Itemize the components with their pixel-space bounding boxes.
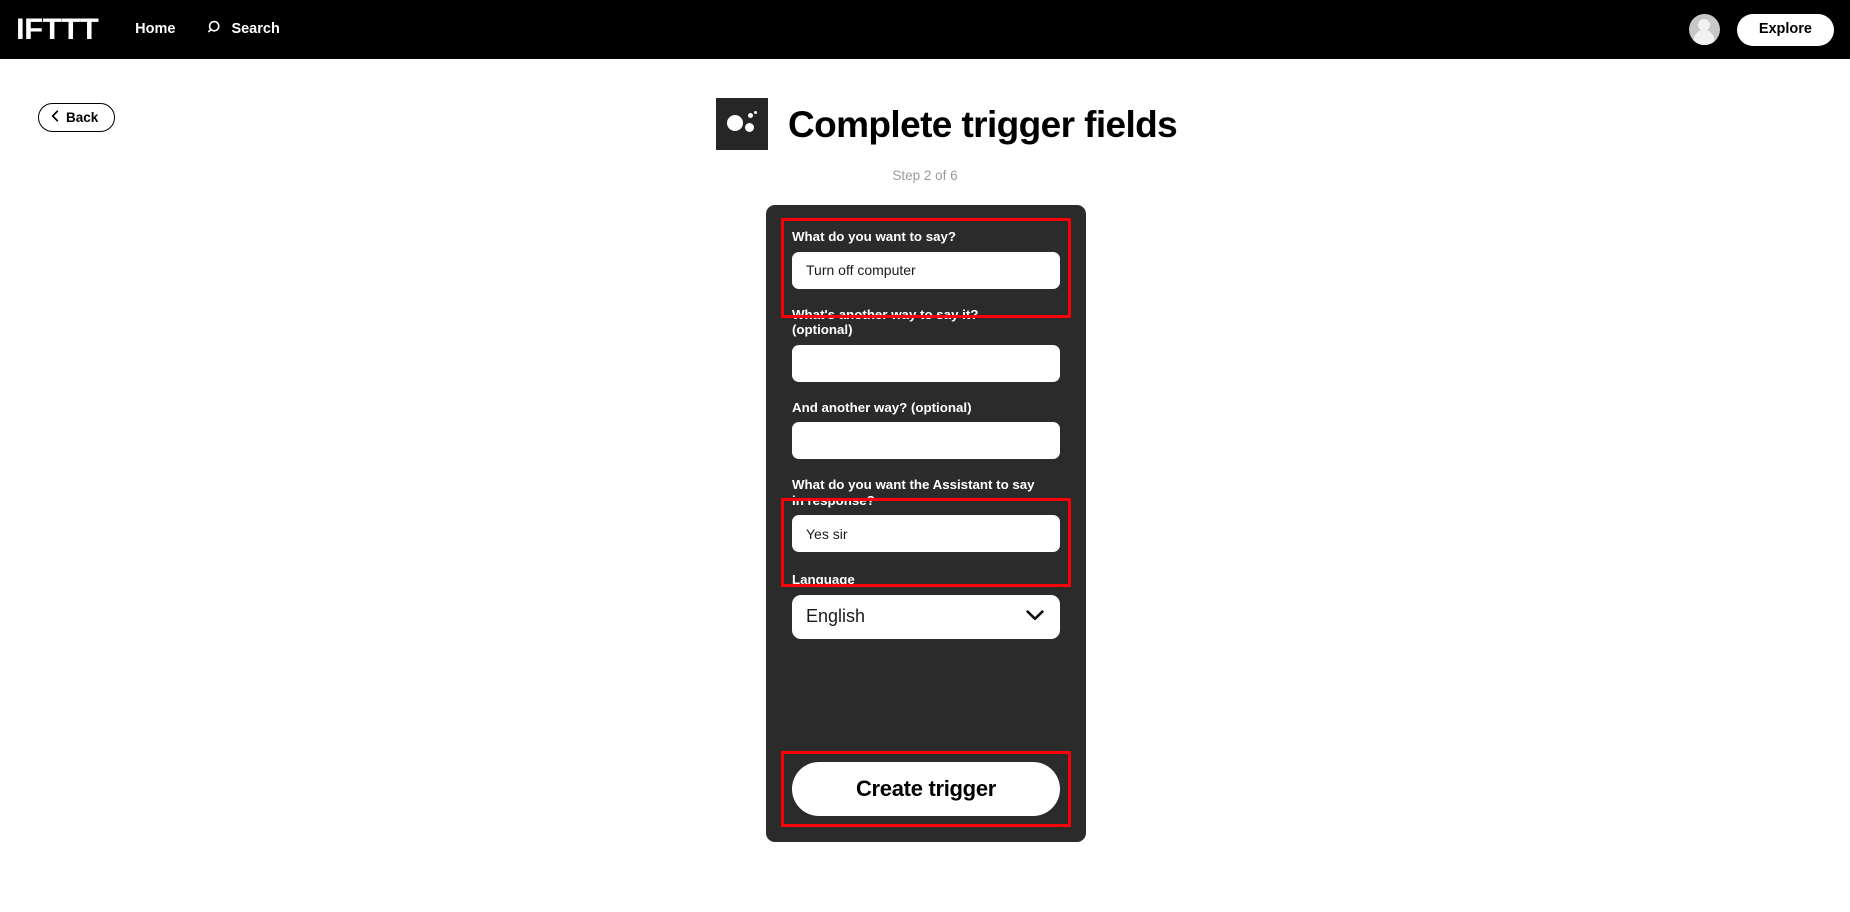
google-assistant-icon (716, 98, 768, 150)
and-another-way-input[interactable] (792, 422, 1060, 460)
nav-item-search[interactable]: Search (208, 20, 280, 39)
field-assistant-response-label: What do you want the Assistant to say in… (792, 477, 1035, 508)
what-to-say-input[interactable] (792, 251, 1060, 289)
field-and-another-way: And another way? (optional) (792, 400, 1060, 460)
search-icon (208, 20, 223, 39)
nav-item-home-label: Home (135, 21, 176, 38)
page-heading: Complete trigger fields (716, 98, 1178, 150)
language-select-value: English (806, 606, 866, 627)
nav-item-search-label: Search (231, 21, 280, 38)
field-what-to-say: What do you want to say? (792, 229, 1060, 289)
field-language: Language English (792, 572, 1060, 639)
trigger-fields-card: What do you want to say? What's another … (766, 205, 1086, 842)
assistant-dot-small (748, 113, 753, 118)
assistant-response-input[interactable] (792, 515, 1060, 553)
explore-button[interactable]: Explore (1736, 13, 1834, 46)
nav-item-home[interactable]: Home (135, 22, 175, 37)
chevron-left-icon (51, 110, 59, 125)
language-select[interactable]: English (792, 594, 1060, 639)
back-button[interactable]: Back (38, 103, 116, 132)
create-trigger-button[interactable]: Create trigger (792, 762, 1060, 816)
field-another-way-label: What's another way to say it? (optional) (792, 306, 979, 338)
assistant-dot-medium (744, 123, 754, 132)
user-avatar-icon[interactable] (1688, 14, 1720, 45)
field-language-label: Language (792, 572, 855, 588)
field-assistant-response: What do you want the Assistant to say in… (792, 477, 1060, 553)
ifttt-logo[interactable]: IFTTT (16, 14, 99, 45)
primary-nav-links: Home Search (135, 20, 280, 39)
step-indicator: Step 2 of 6 (892, 168, 958, 183)
avatar-body-shape (1693, 30, 1715, 45)
trigger-fields-form: What do you want to say? What's another … (792, 229, 1060, 639)
field-and-another-way-label: And another way? (optional) (792, 399, 972, 415)
field-what-to-say-label: What do you want to say? (792, 229, 956, 244)
nav-right-group: Explore (1688, 13, 1834, 46)
back-button-label: Back (66, 110, 99, 125)
assistant-dot-large (727, 115, 743, 131)
top-navigation-bar: IFTTT Home Search Explore (0, 0, 1850, 59)
field-another-way: What's another way to say it? (optional) (792, 307, 1060, 382)
page-title: Complete trigger fields (788, 103, 1178, 145)
another-way-input[interactable] (792, 344, 1060, 382)
language-select-wrapper: English (792, 594, 1060, 639)
assistant-dot-tiny (754, 111, 757, 114)
